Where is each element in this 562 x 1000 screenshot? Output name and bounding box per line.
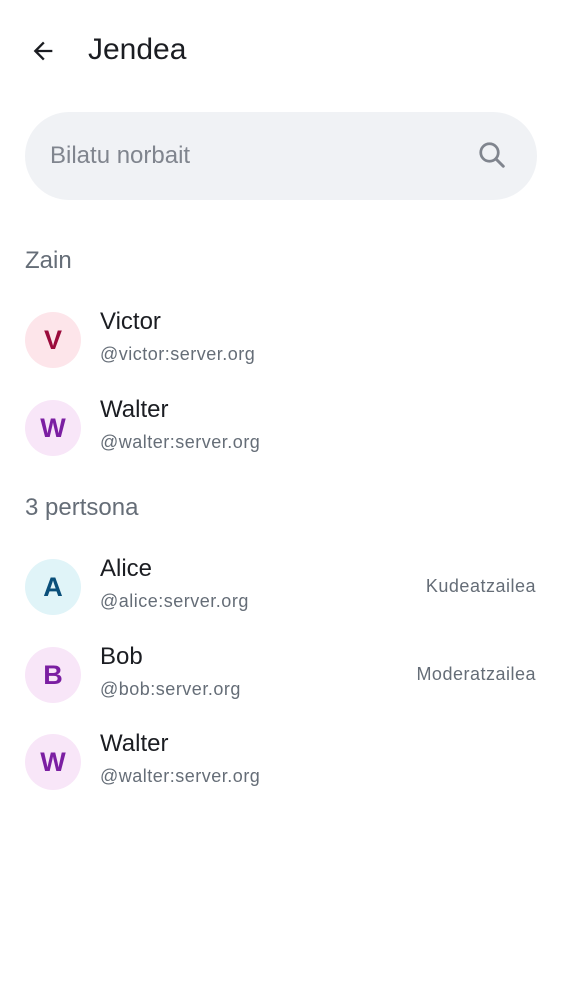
member-name: Bob bbox=[100, 643, 143, 670]
member-row[interactable]: A Alice @alice:server.org Kudeatzailea bbox=[0, 544, 562, 632]
member-row[interactable]: V Victor @victor:server.org bbox=[0, 297, 562, 385]
arrow-left-icon bbox=[33, 41, 53, 61]
search-bar[interactable] bbox=[25, 112, 537, 200]
section-title-joined: 3 pertsona bbox=[25, 494, 139, 521]
member-id: @bob:server.org bbox=[100, 679, 241, 699]
member-role: Moderatzailea bbox=[416, 664, 536, 684]
top-app-bar: Jendea bbox=[0, 0, 562, 100]
member-id: @walter:server.org bbox=[100, 432, 261, 452]
member-row[interactable]: B Bob @bob:server.org Moderatzailea bbox=[0, 632, 562, 720]
member-row[interactable]: W Walter @walter:server.org bbox=[0, 719, 562, 807]
search-icon[interactable] bbox=[477, 140, 507, 170]
avatar: W bbox=[25, 400, 81, 456]
member-row[interactable]: W Walter @walter:server.org bbox=[0, 385, 562, 473]
avatar: A bbox=[25, 559, 81, 615]
avatar: W bbox=[25, 734, 81, 790]
back-button[interactable] bbox=[22, 30, 64, 72]
member-role: Kudeatzailea bbox=[425, 576, 536, 596]
member-id: @walter:server.org bbox=[100, 766, 261, 786]
member-name: Alice bbox=[100, 555, 153, 582]
member-id: @alice:server.org bbox=[100, 591, 249, 611]
member-name: Walter bbox=[100, 730, 169, 757]
page-title: Jendea bbox=[88, 33, 187, 66]
member-id: @victor:server.org bbox=[100, 344, 256, 364]
search-input[interactable] bbox=[50, 112, 470, 200]
section-title-pending: Zain bbox=[25, 247, 72, 274]
member-name: Walter bbox=[100, 396, 169, 423]
member-name: Victor bbox=[100, 308, 161, 335]
avatar: B bbox=[25, 647, 81, 703]
avatar: V bbox=[25, 312, 81, 368]
